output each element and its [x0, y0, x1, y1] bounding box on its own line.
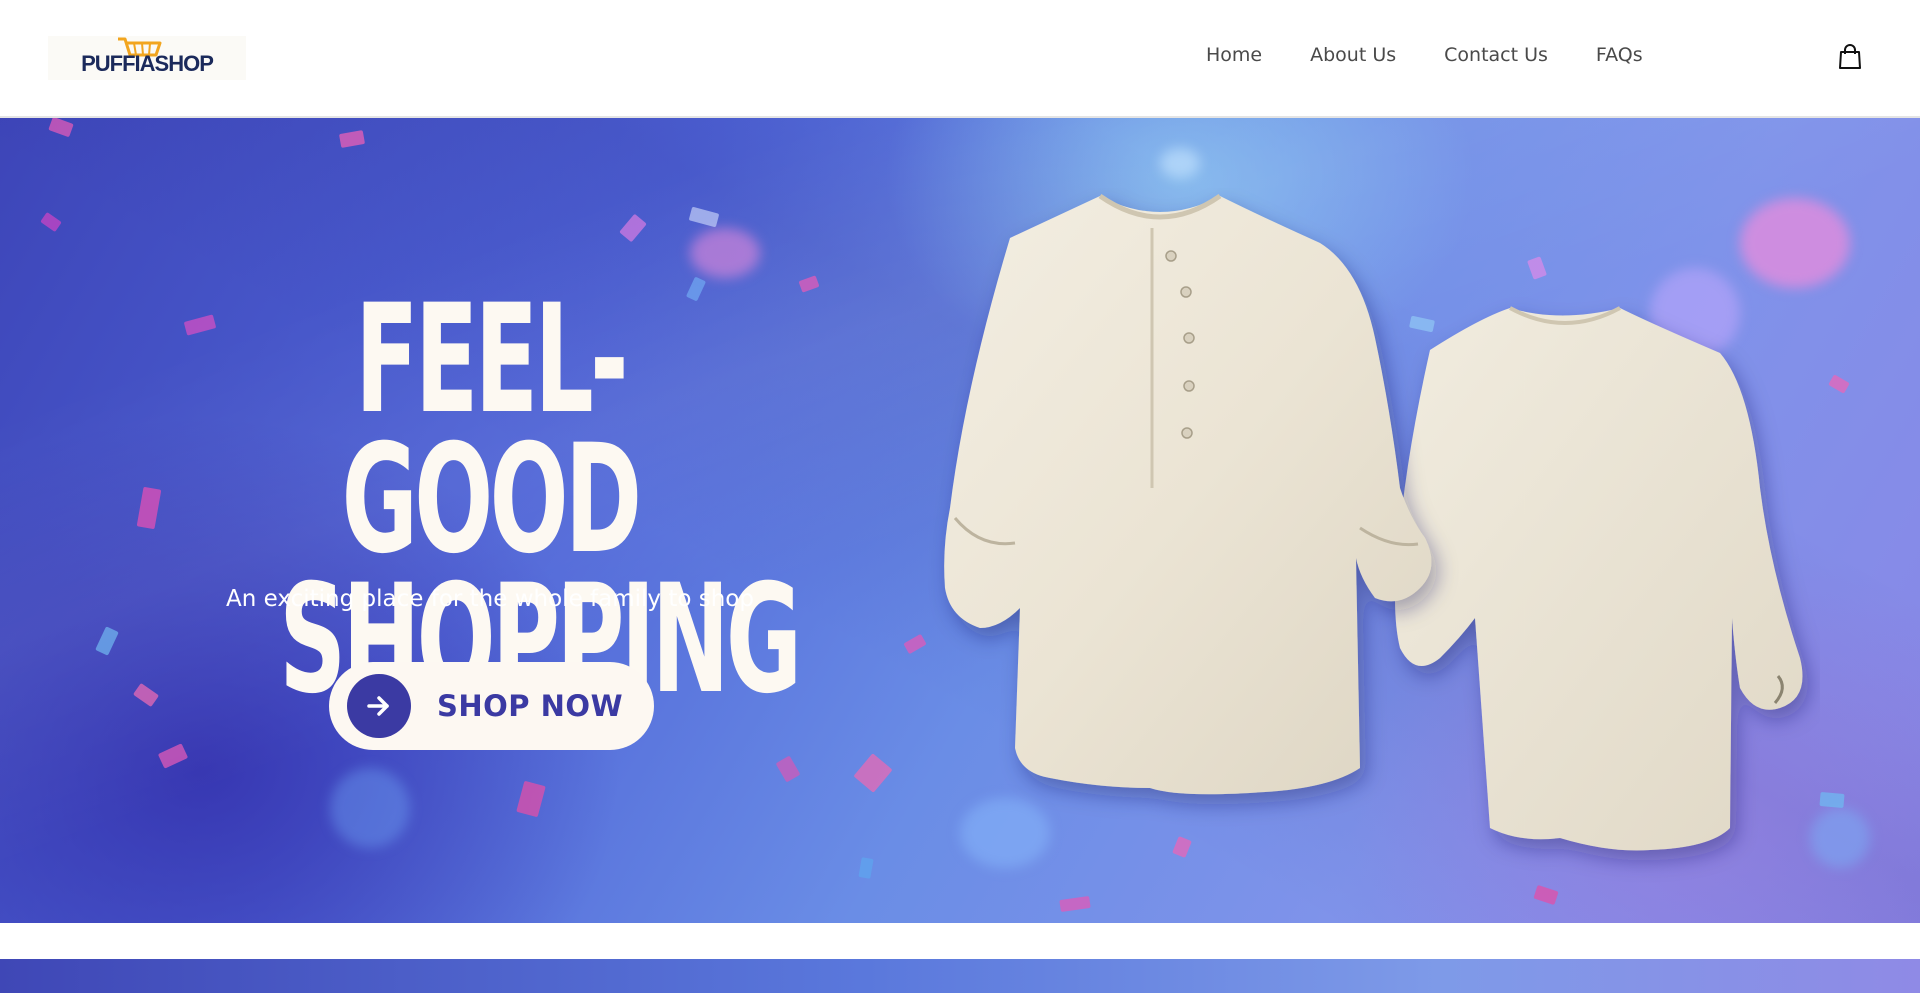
arrow-circle: [347, 674, 411, 738]
bokeh-light: [330, 768, 410, 848]
site-logo[interactable]: PUFFIASHOP: [48, 36, 246, 80]
next-section-banner: [0, 959, 1920, 993]
headline-line-1: FEEL-GOOD: [341, 273, 642, 587]
shirts-image: [944, 193, 1803, 851]
nav-contact-us[interactable]: Contact Us: [1444, 44, 1548, 66]
nav-about-us[interactable]: About Us: [1310, 44, 1396, 66]
shop-now-label: SHOP NOW: [437, 689, 624, 723]
cart-button[interactable]: [1838, 44, 1862, 70]
confetti-piece: [1819, 791, 1845, 809]
nav-home[interactable]: Home: [1206, 44, 1262, 66]
nav-faqs[interactable]: FAQs: [1596, 44, 1643, 66]
logo-text: PUFFIASHOP: [81, 51, 214, 76]
hero-headline: FEEL-GOOD SHOPPING: [279, 285, 802, 715]
shopping-bag-icon: [1839, 44, 1861, 69]
main-nav: Home About Us Contact Us FAQs: [1206, 44, 1691, 66]
bokeh-light: [1160, 148, 1200, 178]
arrow-right-icon: [367, 696, 389, 716]
hero-subtitle: An exciting place for the whole family t…: [226, 586, 754, 612]
shirt-front: [944, 193, 1432, 795]
shop-now-button[interactable]: SHOP NOW: [329, 662, 654, 750]
hero-banner: FEEL-GOOD SHOPPING An exciting place for…: [0, 118, 1920, 923]
shirt-back: [1395, 306, 1803, 851]
bokeh-light: [690, 228, 760, 278]
site-header: PUFFIASHOP Home About Us Contact Us FAQs: [0, 0, 1920, 118]
section-gap: [0, 923, 1920, 959]
